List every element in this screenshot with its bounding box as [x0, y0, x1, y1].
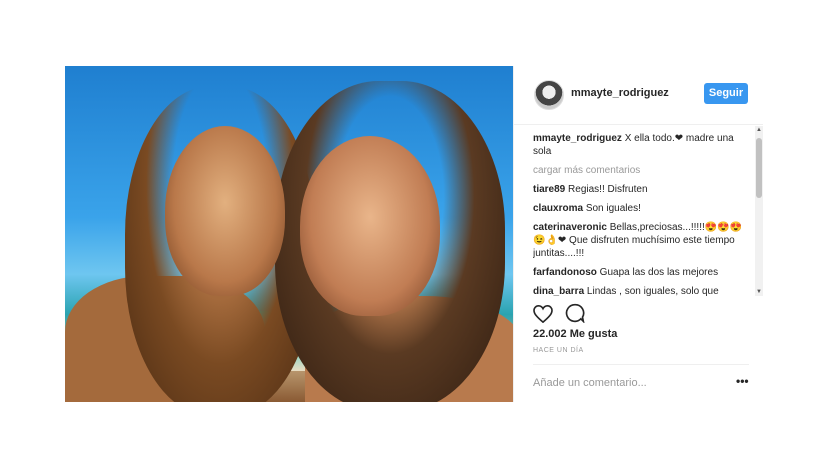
comment-icon[interactable] [565, 303, 586, 324]
comment-text: Regias!! Disfruten [568, 184, 648, 195]
follow-button[interactable]: Seguir [704, 83, 748, 104]
list-item: clauxroma Son iguales! [533, 202, 749, 215]
scroll-down-icon[interactable]: ▼ [755, 288, 763, 296]
comment-user[interactable]: caterinaveronic [533, 222, 607, 233]
header-username[interactable]: mmayte_rodriguez [571, 87, 669, 99]
post-sidebar: mmayte_rodriguez Seguir mmayte_rodriguez… [513, 66, 763, 402]
post-actions [533, 303, 593, 328]
person-left-face [165, 126, 285, 296]
heart-icon[interactable] [533, 304, 553, 324]
comment-user[interactable]: clauxroma [533, 203, 583, 214]
scroll-up-icon[interactable]: ▲ [755, 126, 763, 134]
caption: mmayte_rodriguez X ella todo.❤ madre una… [533, 132, 749, 158]
list-item: caterinaveronic Bellas,preciosas...!!!!!… [533, 221, 749, 260]
post-photo[interactable] [65, 66, 513, 402]
list-item: dina_barra Lindas , son iguales, solo qu… [533, 285, 749, 296]
comment-text: Son iguales! [585, 203, 641, 214]
divider [533, 364, 749, 365]
load-more-comments[interactable]: cargar más comentarios [533, 164, 749, 177]
like-count[interactable]: 22.002 Me gusta [533, 328, 617, 340]
person-right-face [300, 136, 440, 316]
add-comment-input[interactable]: Añade un comentario... [533, 377, 647, 389]
caption-user[interactable]: mmayte_rodriguez [533, 133, 622, 144]
comment-user[interactable]: dina_barra [533, 286, 584, 296]
list-item: tiare89 Regias!! Disfruten [533, 183, 749, 196]
avatar[interactable] [534, 80, 564, 110]
comment-user[interactable]: farfandonoso [533, 267, 597, 278]
more-options-icon[interactable]: ••• [736, 374, 749, 388]
post-header: mmayte_rodriguez Seguir [514, 66, 763, 125]
comment-user[interactable]: tiare89 [533, 184, 565, 195]
scrollbar-thumb[interactable] [756, 138, 762, 198]
comments-scrollbar[interactable]: ▲ ▼ [755, 126, 763, 296]
list-item: farfandonoso Guapa las dos las mejores [533, 266, 749, 279]
post-timestamp[interactable]: HACE UN DÍA [533, 347, 584, 354]
comment-text: Lindas , son iguales, solo que [586, 286, 719, 296]
instagram-post: mmayte_rodriguez Seguir mmayte_rodriguez… [65, 66, 763, 402]
comments-list: mmayte_rodriguez X ella todo.❤ madre una… [533, 132, 749, 296]
comment-text: Guapa las dos las mejores [599, 267, 719, 278]
